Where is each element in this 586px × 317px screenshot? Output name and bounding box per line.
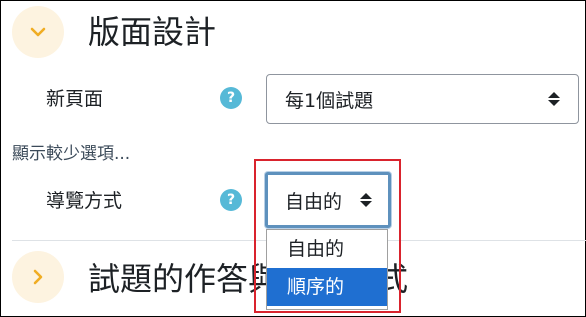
select-arrows-icon — [548, 92, 560, 106]
highlight-box — [254, 159, 401, 313]
help-icon[interactable]: ? — [220, 87, 242, 109]
new-page-value: 每1個試題 — [285, 89, 374, 112]
show-less-link[interactable]: 顯示較少選項... — [12, 143, 130, 165]
new-page-select[interactable]: 每1個試題 — [266, 74, 579, 124]
section-title-layout[interactable]: 版面設計 — [88, 12, 216, 52]
chevron-right-icon — [33, 269, 43, 285]
navigation-label: 導覽方式 — [46, 190, 123, 212]
new-page-label: 新頁面 — [46, 88, 104, 110]
expand-toggle[interactable] — [12, 251, 64, 303]
collapse-toggle[interactable] — [12, 6, 64, 58]
help-icon[interactable]: ? — [220, 189, 242, 211]
chevron-down-icon — [30, 27, 46, 37]
